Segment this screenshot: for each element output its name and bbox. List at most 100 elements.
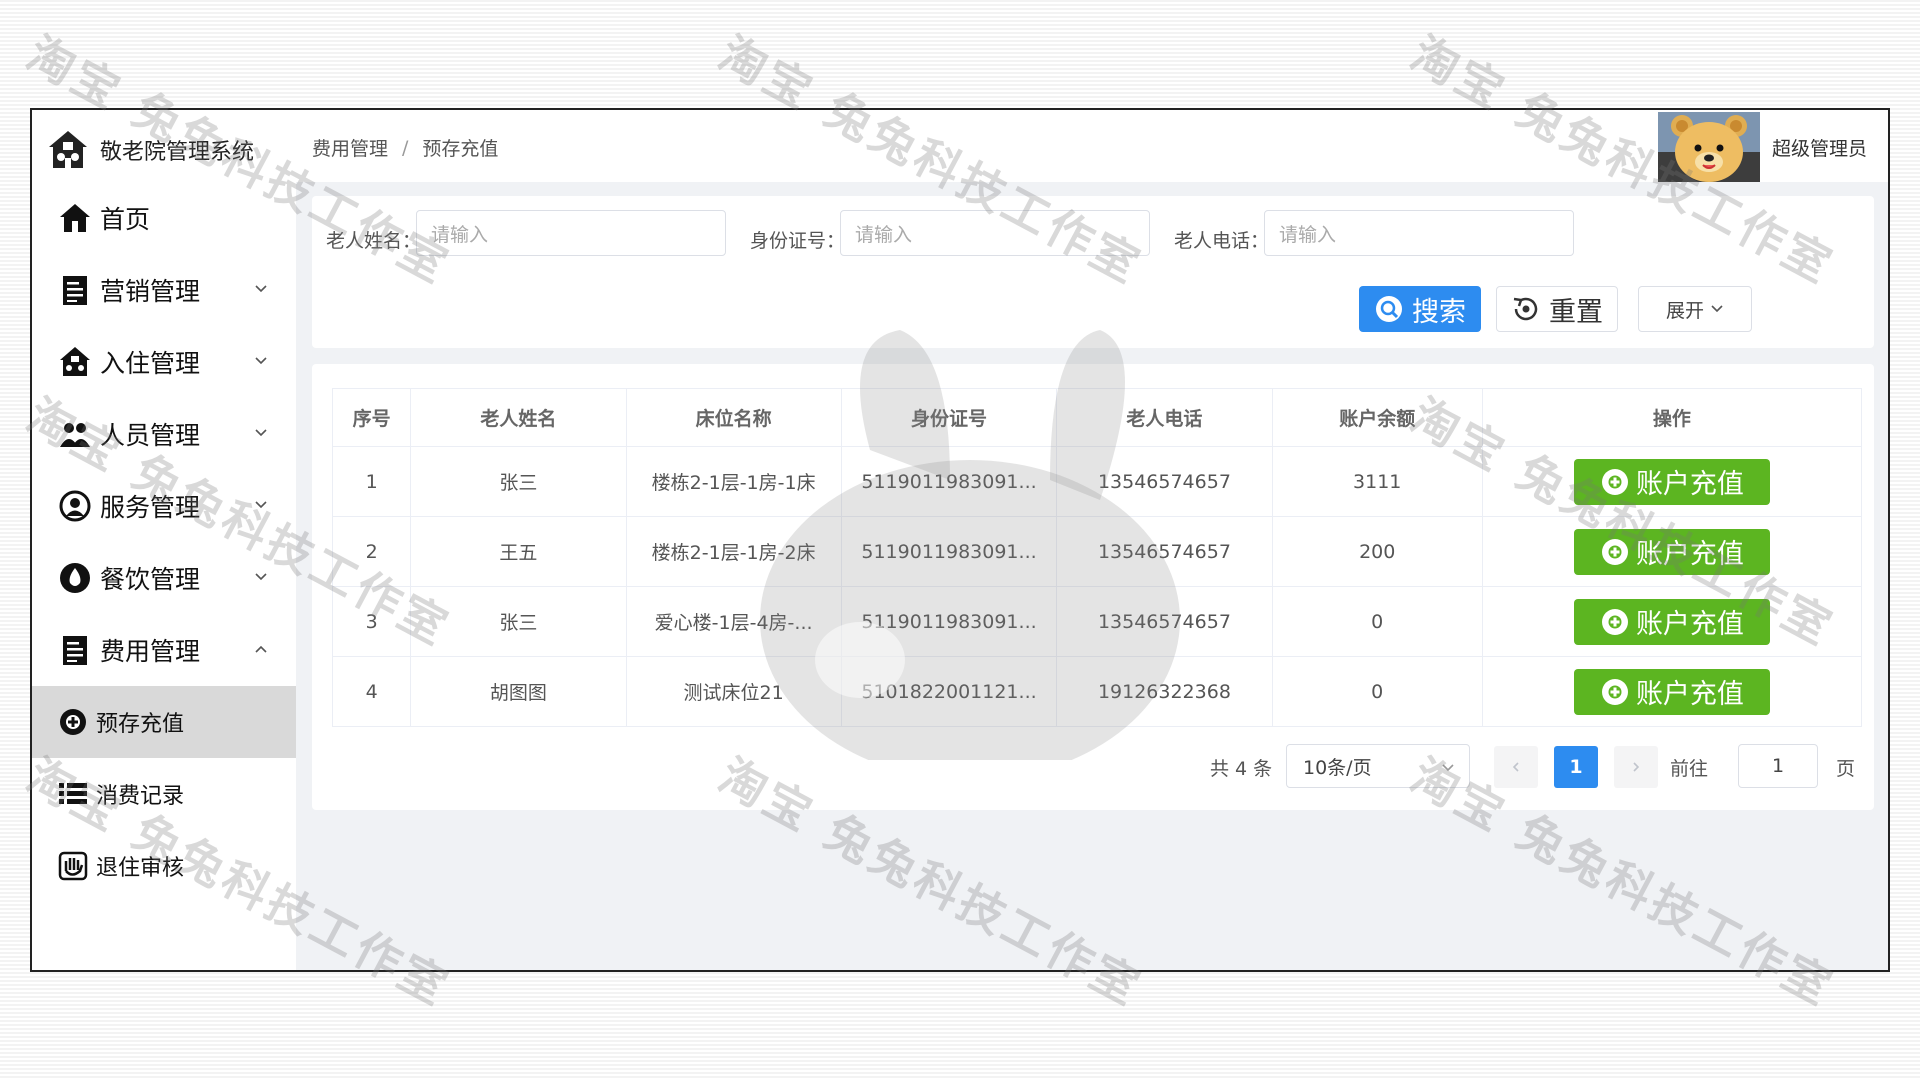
cell-name: 胡图图 <box>410 656 627 727</box>
teddy-bear-avatar-icon <box>1658 112 1760 182</box>
search-icon <box>1376 296 1402 322</box>
drop-icon <box>60 563 90 593</box>
search-button-label: 搜索 <box>1412 296 1466 328</box>
sidebar: 敬老院管理系统 首页 营销管理 入住管理 人员管理 服务管理 餐饮管理 费用管理… <box>32 110 296 970</box>
plus-circle-icon <box>1601 608 1628 635</box>
cell-index: 3 <box>331 586 412 657</box>
main-content: 费用管理 / 预存充值 超级管理员 老人姓名： 请输入 身份证号： 请输入 老人… <box>296 110 1888 970</box>
document-icon <box>63 276 87 305</box>
sidebar-item-billing[interactable]: 费用管理 <box>32 614 296 686</box>
reset-button-label: 重置 <box>1549 296 1603 328</box>
column-header: 床位名称 <box>625 388 842 447</box>
plus-circle-icon <box>1601 468 1628 495</box>
elder-name-input[interactable]: 请输入 <box>416 210 726 256</box>
cell-index: 1 <box>331 446 412 517</box>
elder-name-label: 老人姓名： <box>326 230 422 252</box>
sidebar-item-catering[interactable]: 餐饮管理 <box>32 542 296 614</box>
cell-phone: 13546574657 <box>1056 516 1273 587</box>
table-row: 3 张三 爱心楼-1层-4房-... 5119011983091... 1354… <box>331 586 1863 657</box>
sidebar-item-label: 首页 <box>100 205 151 234</box>
cell-name: 王五 <box>410 516 627 587</box>
sidebar-item-service[interactable]: 服务管理 <box>32 470 296 542</box>
app-logo[interactable]: 敬老院管理系统 <box>46 126 254 174</box>
people-icon <box>60 423 90 447</box>
sidebar-item-checkout-review[interactable]: 退住审核 <box>32 830 296 902</box>
app-window: 敬老院管理系统 首页 营销管理 入住管理 人员管理 服务管理 餐饮管理 费用管理… <box>30 108 1890 972</box>
sidebar-item-label: 消费记录 <box>96 784 185 809</box>
expand-button[interactable]: 展开 <box>1638 286 1752 332</box>
cell-id-number: 5119011983091... <box>840 586 1058 657</box>
pagination-total: 共 4 条 <box>1210 758 1273 780</box>
sidebar-item-label: 退住审核 <box>96 856 185 881</box>
account-recharge-button[interactable]: 账户充值 <box>1573 598 1770 645</box>
column-header: 老人电话 <box>1056 388 1273 447</box>
prev-page-button[interactable] <box>1494 746 1538 788</box>
column-header: 老人姓名 <box>410 388 627 447</box>
account-recharge-button[interactable]: 账户充值 <box>1573 458 1770 505</box>
document-icon <box>63 636 87 665</box>
sidebar-item-checkin[interactable]: 入住管理 <box>32 326 296 398</box>
id-number-input[interactable]: 请输入 <box>840 210 1150 256</box>
account-recharge-label: 账户充值 <box>1635 539 1744 570</box>
table-header-row: 序号 老人姓名 床位名称 身份证号 老人电话 账户余额 操作 <box>331 388 1863 447</box>
reset-icon <box>1513 297 1538 321</box>
account-recharge-label: 账户充值 <box>1635 609 1744 640</box>
account-recharge-button[interactable]: 账户充值 <box>1573 528 1770 575</box>
cell-balance: 0 <box>1271 656 1483 727</box>
chevron-down-icon <box>255 285 267 293</box>
cell-index: 4 <box>331 656 412 727</box>
avatar[interactable] <box>1658 112 1760 182</box>
elder-phone-input[interactable]: 请输入 <box>1264 210 1574 256</box>
sidebar-item-prepaid-recharge[interactable]: 预存充值 <box>32 686 296 758</box>
cell-balance: 200 <box>1271 516 1483 587</box>
goto-page-input[interactable]: 1 <box>1738 744 1818 788</box>
sidebar-item-label: 入住管理 <box>100 349 201 378</box>
sidebar-item-staff[interactable]: 人员管理 <box>32 398 296 470</box>
table-row: 1 张三 楼栋2-1层-1房-1床 5119011983091... 13546… <box>331 446 1863 517</box>
house-icon <box>49 131 87 168</box>
elder-phone-label: 老人电话： <box>1174 230 1270 252</box>
search-button[interactable]: 搜索 <box>1359 286 1481 332</box>
page-number-button[interactable]: 1 <box>1554 746 1598 788</box>
goto-label: 前往 <box>1670 758 1709 780</box>
cell-phone: 13546574657 <box>1056 586 1273 657</box>
breadcrumb-item-current: 预存充值 <box>422 138 499 160</box>
column-header: 序号 <box>331 388 412 447</box>
sidebar-item-label: 服务管理 <box>100 493 201 522</box>
cell-bed: 楼栋2-1层-1房-2床 <box>625 516 842 587</box>
user-name[interactable]: 超级管理员 <box>1772 134 1867 161</box>
app-title: 敬老院管理系统 <box>100 140 255 165</box>
breadcrumb-separator: / <box>402 136 409 159</box>
chevron-down-icon <box>1711 305 1723 313</box>
sidebar-item-home[interactable]: 首页 <box>32 182 296 254</box>
chevron-left-icon <box>1512 762 1519 772</box>
chevron-down-icon <box>255 357 267 365</box>
cell-action: 账户充值 <box>1481 516 1863 587</box>
page-size-value: 10条/页 <box>1303 756 1372 779</box>
sidebar-item-marketing[interactable]: 营销管理 <box>32 254 296 326</box>
chevron-down-icon <box>255 501 267 509</box>
sidebar-item-label: 人员管理 <box>100 421 201 450</box>
next-page-button[interactable] <box>1614 746 1658 788</box>
home-icon <box>60 204 90 232</box>
cell-action: 账户充值 <box>1481 656 1863 727</box>
chevron-down-icon <box>255 573 267 581</box>
cell-balance: 0 <box>1271 586 1483 657</box>
account-recharge-button[interactable]: 账户充值 <box>1573 668 1770 715</box>
sidebar-item-label: 预存充值 <box>96 712 185 737</box>
table-row: 2 王五 楼栋2-1层-1房-2床 5119011983091... 13546… <box>331 516 1863 587</box>
page-size-select[interactable]: 10条/页 <box>1286 744 1470 788</box>
reset-button[interactable]: 重置 <box>1496 286 1618 332</box>
cell-index: 2 <box>331 516 412 587</box>
sidebar-item-label: 营销管理 <box>100 277 201 306</box>
breadcrumb-item-billing[interactable]: 费用管理 <box>312 134 388 161</box>
cell-bed: 爱心楼-1层-4房-... <box>625 586 842 657</box>
table-panel: 序号 老人姓名 床位名称 身份证号 老人电话 账户余额 操作 1 张三 楼栋2-… <box>312 364 1874 810</box>
sidebar-item-consumption-records[interactable]: 消费记录 <box>32 758 296 830</box>
column-header: 账户余额 <box>1271 388 1483 447</box>
chevron-up-icon <box>255 645 267 653</box>
id-number-label: 身份证号： <box>750 230 846 252</box>
recharge-table: 序号 老人姓名 床位名称 身份证号 老人电话 账户余额 操作 1 张三 楼栋2-… <box>331 388 1863 727</box>
chevron-down-icon <box>255 429 267 437</box>
cell-action: 账户充值 <box>1481 446 1863 517</box>
